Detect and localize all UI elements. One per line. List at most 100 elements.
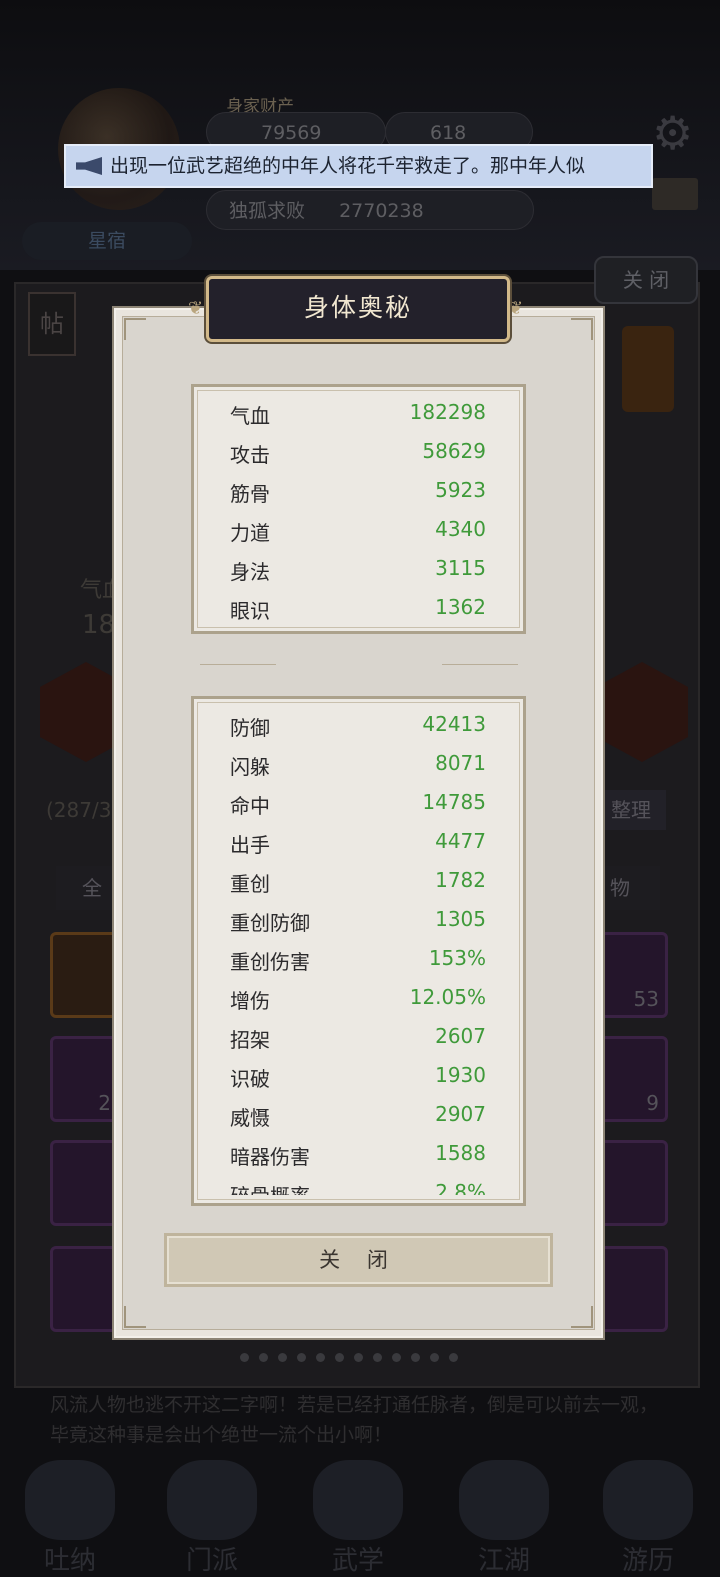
nav-menpai[interactable]: 门派 [162, 1460, 262, 1576]
page-dot[interactable] [430, 1353, 439, 1362]
stat-name: 重创防御 [230, 911, 310, 935]
stat-value: 1588 [435, 1141, 486, 1165]
stat-name: 出手 [230, 833, 270, 857]
stat-row: 增伤 12.05% [194, 980, 523, 1019]
stat-value: 4340 [435, 517, 486, 541]
item-slot[interactable] [50, 932, 120, 1018]
stat-row: 威慑 2907 [194, 1097, 523, 1136]
divider-line [442, 664, 518, 665]
nav-label: 门派 [185, 1546, 238, 1576]
stat-value: 5923 [435, 478, 486, 502]
stat-row: 招架 2607 [194, 1019, 523, 1058]
item-slot[interactable] [50, 1246, 120, 1332]
nav-icon [313, 1460, 403, 1540]
corner-ornament [571, 318, 593, 340]
stat-name: 识破 [230, 1067, 270, 1091]
nav-label: 江湖 [477, 1546, 530, 1576]
nav-label: 游历 [621, 1546, 674, 1576]
stat-value: 14785 [422, 790, 486, 814]
notice-banner: 出现一位武艺超绝的中年人将花千牢救走了。那中年人似 [64, 144, 653, 188]
divider-line [200, 664, 276, 665]
page-dot[interactable] [354, 1353, 363, 1362]
stat-value: 1362 [435, 595, 486, 619]
page-dot[interactable] [259, 1353, 268, 1362]
stat-name: 重创伤害 [230, 950, 310, 974]
stat-name: 闪躲 [230, 755, 270, 779]
rank-display: 独孤求败 2770238 [206, 190, 534, 230]
item-slot[interactable] [598, 1140, 668, 1226]
stat-value: 1782 [435, 868, 486, 892]
stat-row: 碎骨概率 2.8% [194, 1175, 523, 1195]
stat-row: 重创 1782 [194, 863, 523, 902]
bottom-nav: 吐纳 门派 武学 江湖 游历 [0, 1450, 720, 1576]
stat-value: 153% [428, 946, 486, 970]
stat-row: 重创防御 1305 [194, 902, 523, 941]
stat-row: 身法 3115 [194, 551, 523, 590]
page-indicator [240, 1347, 468, 1362]
page-dot[interactable] [278, 1353, 287, 1362]
stat-name: 身法 [230, 560, 270, 584]
item-slot[interactable] [50, 1140, 120, 1226]
panel-close-button[interactable]: 关 闭 [594, 256, 698, 304]
nav-youli[interactable]: 游历 [598, 1460, 698, 1576]
stat-row: 防御 42413 [194, 707, 523, 746]
stat-row: 攻击 58629 [194, 434, 523, 473]
lantern-icon[interactable] [622, 326, 674, 412]
star-tab[interactable]: 星宿 [22, 222, 192, 260]
nav-tuna[interactable]: 吐纳 [20, 1460, 120, 1576]
nav-icon [603, 1460, 693, 1540]
stat-name: 气血 [230, 404, 270, 428]
stat-row: 闪躲 8071 [194, 746, 523, 785]
advanced-stats-panel[interactable]: 防御 42413 闪躲 8071 命中 14785 出手 4477 重创 1782 重创防御 1305… [191, 696, 526, 1206]
corner-ornament [124, 1306, 146, 1328]
nav-label: 吐纳 [43, 1546, 96, 1576]
stat-row: 重创伤害 153% [194, 941, 523, 980]
nav-icon [459, 1460, 549, 1540]
stat-value: 8071 [435, 751, 486, 775]
stat-row: 出手 4477 [194, 824, 523, 863]
nav-wuxue[interactable]: 武学 [308, 1460, 408, 1576]
sort-button[interactable]: 整理 [596, 790, 666, 830]
page-dot[interactable] [449, 1353, 458, 1362]
close-button[interactable]: 关 闭 [164, 1233, 553, 1287]
nav-label: 武学 [331, 1546, 384, 1576]
basic-stats-panel: 气血 182298 攻击 58629 筋骨 5923 力道 4340 身法 3115 眼识 1362 [191, 384, 526, 634]
item-slot[interactable]: 2 [50, 1036, 120, 1122]
stat-name: 招架 [230, 1028, 270, 1052]
page-dot[interactable] [335, 1353, 344, 1362]
nav-icon [25, 1460, 115, 1540]
item-slot[interactable]: 53 [598, 932, 668, 1018]
page-dot[interactable] [316, 1353, 325, 1362]
dialog-title: 身体奥秘 [206, 276, 510, 342]
page-dot[interactable] [411, 1353, 420, 1362]
nav-icon [167, 1460, 257, 1540]
page-dot[interactable] [240, 1353, 249, 1362]
stat-value: 12.05% [409, 985, 486, 1009]
rank-value: 2770238 [339, 200, 424, 222]
bag-count: (287/3 [46, 798, 112, 822]
page-dot[interactable] [373, 1353, 382, 1362]
stat-value: 42413 [422, 712, 486, 736]
page-dot[interactable] [392, 1353, 401, 1362]
item-count: 9 [646, 1091, 659, 1115]
mail-icon[interactable] [652, 178, 698, 210]
stat-name: 威慑 [230, 1106, 270, 1130]
stat-value: 2607 [435, 1024, 486, 1048]
tie-button[interactable]: 帖 [28, 292, 76, 356]
stat-name: 防御 [230, 716, 270, 740]
item-count: 53 [633, 987, 659, 1011]
stat-value: 58629 [422, 439, 486, 463]
page-dot[interactable] [297, 1353, 306, 1362]
stat-row: 暗器伤害 1588 [194, 1136, 523, 1175]
notice-text: 出现一位武艺超绝的中年人将花千牢救走了。那中年人似 [110, 155, 586, 177]
section-divider [200, 660, 518, 670]
item-slot[interactable] [598, 1246, 668, 1332]
stat-row: 筋骨 5923 [194, 473, 523, 512]
title-ornament-right: ❦ [508, 298, 524, 319]
gear-icon[interactable]: ⚙ [652, 106, 693, 160]
nav-jianghu[interactable]: 江湖 [454, 1460, 554, 1576]
stat-value: 2907 [435, 1102, 486, 1126]
item-slot[interactable]: 9 [598, 1036, 668, 1122]
stat-name: 攻击 [230, 443, 270, 467]
stat-value: 1305 [435, 907, 486, 931]
